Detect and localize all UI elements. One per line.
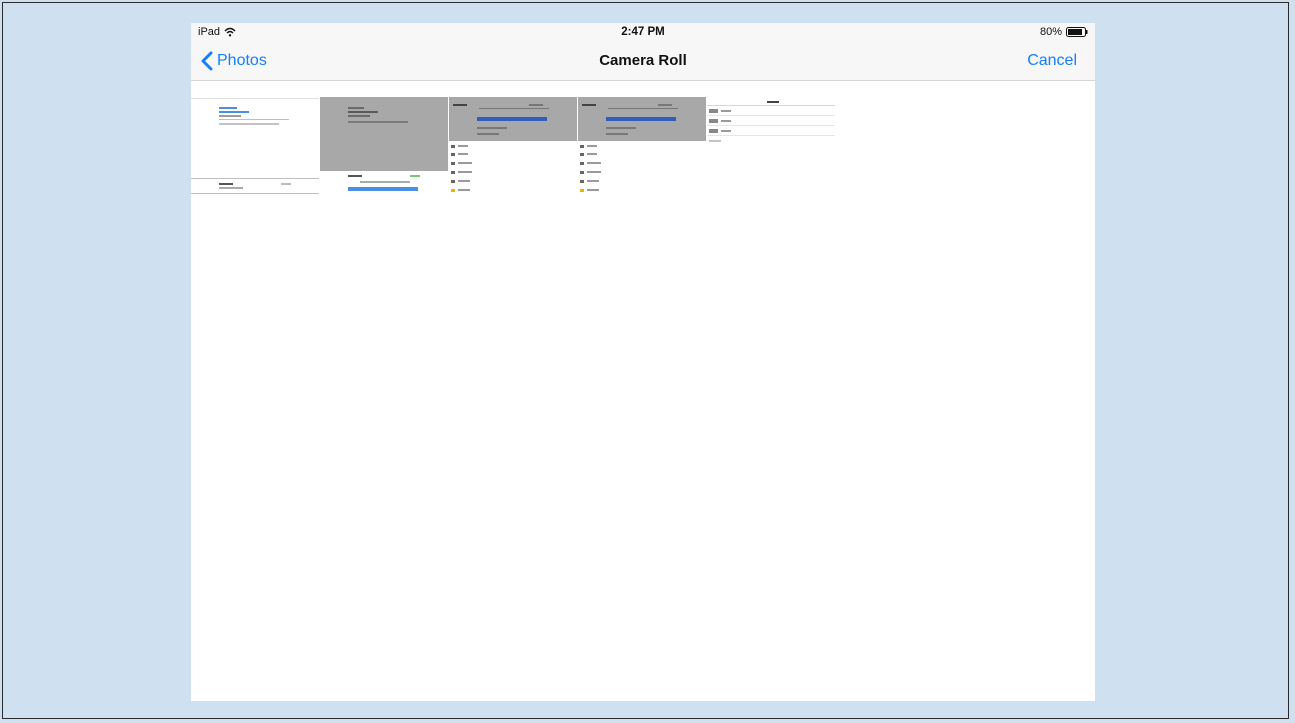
- photo-thumbnail[interactable]: [449, 97, 577, 194]
- battery-icon: [1066, 27, 1088, 37]
- ipad-screen: iPad 2:47 PM 80% Photos Camera Roll Canc…: [191, 23, 1095, 701]
- photo-thumbnail[interactable]: [707, 97, 835, 194]
- status-time: 2:47 PM: [621, 26, 665, 38]
- nav-title: Camera Roll: [599, 52, 687, 69]
- cancel-button[interactable]: Cancel: [1027, 52, 1077, 70]
- battery-percent: 80%: [1039, 26, 1062, 38]
- photo-thumbnail[interactable]: [191, 97, 319, 194]
- photo-thumbnail[interactable]: [578, 97, 706, 194]
- navigation-bar: Photos Camera Roll Cancel: [191, 43, 1095, 81]
- status-bar: iPad 2:47 PM 80%: [191, 23, 1095, 43]
- photo-thumbnail[interactable]: [320, 97, 448, 194]
- status-right: 80%: [1040, 26, 1088, 38]
